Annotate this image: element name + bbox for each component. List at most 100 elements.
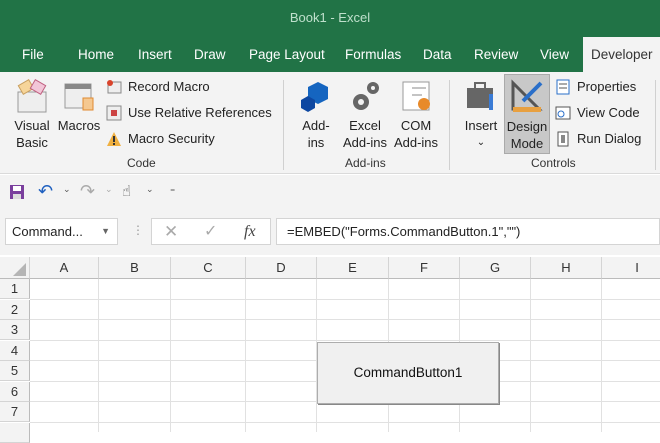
tab-developer[interactable]: Developer: [583, 37, 660, 72]
column-gridline: [245, 279, 246, 432]
column-gridline: [98, 279, 99, 432]
view-code-button[interactable]: View Code: [555, 102, 640, 124]
command-button[interactable]: CommandButton1: [317, 342, 499, 404]
excel-addins-label: Excel: [349, 118, 381, 133]
design-mode-icon: [509, 79, 545, 115]
com-addins-label-2: Add-ins: [393, 135, 439, 150]
redo-dropdown-icon[interactable]: ⌄: [105, 184, 113, 195]
tab-home[interactable]: Home: [78, 37, 114, 72]
row-header-7[interactable]: 7: [0, 402, 30, 422]
group-divider: [449, 80, 450, 170]
properties-icon: [555, 79, 571, 95]
chevron-down-icon: ▼: [101, 226, 110, 236]
formula-value: =EMBED("Forms.CommandButton.1",""): [287, 224, 521, 239]
tab-formulas[interactable]: Formulas: [345, 37, 401, 72]
column-header-B[interactable]: B: [99, 257, 171, 279]
addins-label-2: ins: [307, 135, 325, 150]
quick-access-toolbar: ↶ ⌄ ↷ ⌄ ☝ ⌄ ₌: [0, 175, 660, 209]
visual-basic-label: Visual: [14, 118, 50, 133]
visual-basic-button[interactable]: Visual Basic: [10, 78, 54, 151]
use-relative-references-button[interactable]: Use Relative References: [106, 102, 272, 124]
undo-icon[interactable]: ↶: [38, 181, 53, 202]
visual-basic-label-2: Basic: [16, 135, 48, 150]
row-header-partial[interactable]: [0, 422, 30, 443]
column-header-C[interactable]: C: [171, 257, 246, 279]
macros-icon: [61, 78, 97, 114]
select-all-corner[interactable]: [0, 257, 30, 279]
com-addins-icon: [398, 78, 434, 114]
com-addins-label: COM: [400, 118, 432, 133]
row-header-4[interactable]: 4: [0, 340, 30, 361]
row-header-6[interactable]: 6: [0, 381, 30, 402]
macro-security-label: Macro Security: [128, 131, 215, 146]
excel-addins-button[interactable]: Excel Add-ins: [340, 78, 390, 151]
column-header-D[interactable]: D: [246, 257, 317, 279]
row-gridline: [30, 421, 660, 423]
addins-label: Add-: [302, 118, 330, 133]
touch-mode-icon[interactable]: ☝: [122, 182, 131, 200]
record-macro-button[interactable]: Record Macro: [106, 76, 210, 98]
tab-insert[interactable]: Insert: [138, 37, 172, 72]
undo-dropdown-icon[interactable]: ⌄: [63, 184, 71, 195]
column-header-G[interactable]: G: [460, 257, 531, 279]
gears-icon: [347, 78, 383, 114]
save-icon[interactable]: [9, 184, 25, 205]
tab-file[interactable]: File: [22, 37, 44, 72]
insert-label: Insert: [464, 118, 498, 133]
macro-security-button[interactable]: Macro Security: [106, 128, 215, 150]
chevron-down-icon: ⌄: [476, 137, 486, 148]
row-header-3[interactable]: 3: [0, 320, 30, 340]
redo-icon[interactable]: ↷: [80, 181, 95, 202]
name-box[interactable]: Command... ▼: [5, 218, 118, 245]
row-header-2[interactable]: 2: [0, 299, 30, 320]
record-macro-icon: [106, 79, 122, 95]
group-label-code: Code: [127, 156, 156, 170]
column-gridline: [170, 279, 171, 432]
more-icon: ⋮: [132, 223, 144, 237]
properties-button[interactable]: Properties: [555, 76, 636, 98]
row-header-5[interactable]: 5: [0, 361, 30, 381]
column-header-H[interactable]: H: [531, 257, 602, 279]
formula-input[interactable]: =EMBED("Forms.CommandButton.1",""): [276, 218, 660, 245]
toolbox-icon: [463, 78, 499, 114]
insert-controls-button[interactable]: Insert ⌄: [460, 78, 502, 151]
row-gridline: [30, 339, 660, 341]
row-gridline: [30, 319, 660, 320]
addins-button[interactable]: Add-ins: [296, 78, 336, 151]
tab-view[interactable]: View: [540, 37, 569, 72]
touch-dropdown-icon[interactable]: ⌄: [146, 184, 154, 195]
column-header-E[interactable]: E: [317, 257, 389, 279]
properties-label: Properties: [577, 79, 637, 94]
relative-references-label: Use Relative References: [128, 105, 272, 120]
name-box-value: Command...: [12, 224, 83, 239]
group-label-addins: Add-ins: [345, 156, 386, 170]
formula-buttons: ✕ ✓ fx: [151, 218, 271, 245]
relative-references-icon: [106, 105, 122, 121]
group-divider: [655, 80, 656, 170]
design-mode-button[interactable]: Design Mode: [504, 74, 550, 154]
title-bar: Book1 - Excel: [0, 0, 660, 37]
excel-addins-label-2: Add-ins: [342, 135, 388, 150]
enter-icon[interactable]: ✓: [204, 219, 217, 244]
com-addins-button[interactable]: COM Add-ins: [391, 78, 441, 151]
tab-data[interactable]: Data: [423, 37, 452, 72]
column-header-A[interactable]: A: [30, 257, 99, 279]
ribbon: Visual Basic Macros Record Macro Use Rela…: [0, 72, 660, 174]
design-mode-label-2: Mode: [510, 136, 544, 151]
view-code-label: View Code: [577, 105, 640, 120]
cancel-icon[interactable]: ✕: [164, 219, 178, 244]
group-label-controls: Controls: [531, 156, 576, 170]
run-dialog-button[interactable]: Run Dialog: [555, 128, 641, 150]
column-header-I[interactable]: I: [602, 257, 660, 279]
tab-page-layout[interactable]: Page Layout: [249, 37, 325, 72]
macros-button[interactable]: Macros: [56, 78, 102, 134]
tab-review[interactable]: Review: [474, 37, 518, 72]
design-mode-label: Design: [506, 119, 548, 134]
row-header-1[interactable]: 1: [0, 279, 30, 299]
group-divider: [283, 80, 284, 170]
tab-draw[interactable]: Draw: [194, 37, 226, 72]
visual-basic-icon: [14, 78, 50, 114]
insert-function-icon[interactable]: fx: [244, 219, 256, 244]
column-header-F[interactable]: F: [389, 257, 460, 279]
customize-qat-icon[interactable]: ₌: [170, 184, 175, 195]
